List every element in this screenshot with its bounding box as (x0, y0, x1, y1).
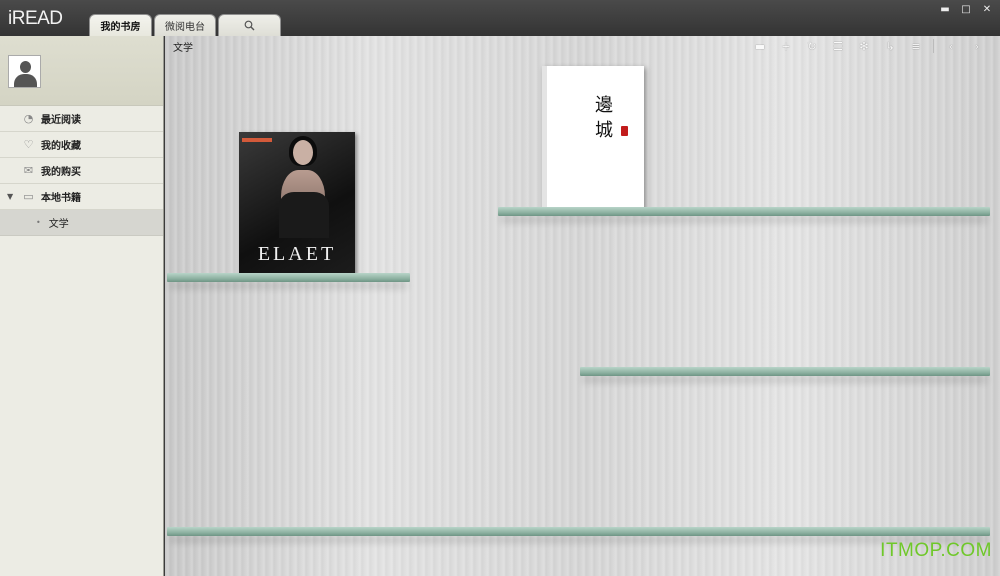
tab-search[interactable] (218, 14, 281, 36)
cover-photo (273, 136, 333, 238)
app-logo: iREAD (8, 8, 63, 29)
book-title: ELAET (257, 243, 337, 265)
bookshelf-area: 文学 ▬ + ↻ ☰ ✻ ↳ ≡ ‹ › ELAET 邊 城 ITMOP.COM (165, 36, 1000, 576)
sidebar-item-label: 我的收藏 (41, 141, 81, 152)
sidebar-subitem-label: 文学 (48, 219, 69, 230)
next-icon[interactable]: › (964, 38, 990, 54)
sort-icon[interactable]: ↳ (877, 38, 903, 54)
cover-face (293, 140, 313, 165)
book-title-line1: 邊 (595, 95, 613, 116)
folder-icon: ▭ (23, 190, 34, 203)
tab-my-study[interactable]: 我的书房 (89, 14, 152, 36)
title-bar: iREAD 我的书房 微阅电台 ▬ □ ✕ (0, 0, 1000, 36)
shelf-1 (167, 273, 410, 282)
sidebar-item-recent[interactable]: ◔ 最近阅读 (0, 106, 163, 132)
clock-icon: ◔ (23, 112, 34, 125)
shelf-3 (580, 367, 990, 376)
close-button[interactable]: ✕ (980, 3, 994, 15)
sidebar-item-label: 我的购买 (41, 167, 81, 178)
settings-icon[interactable]: ✻ (851, 38, 877, 54)
list-view-icon[interactable]: ☰ (825, 38, 851, 54)
maximize-button[interactable]: □ (959, 3, 973, 15)
avatar-body (14, 74, 37, 87)
breadcrumb: 文学 (173, 43, 193, 54)
book-cover-biancheng[interactable]: 邊 城 (542, 66, 644, 210)
seal-stamp (621, 126, 628, 136)
sidebar: ◔ 最近阅读 ♡ 我的收藏 ✉ 我的购买 ▼ ▭ 本地书籍 • 文学 (0, 36, 164, 576)
menu-icon[interactable]: ≡ (903, 38, 929, 54)
sidebar-item-local-books[interactable]: ▼ ▭ 本地书籍 (0, 184, 163, 210)
book-cover-elaet[interactable]: ELAET (239, 132, 355, 274)
envelope-icon: ✉ (23, 164, 34, 177)
tab-radio-label: 微阅电台 (165, 22, 205, 33)
refresh-icon[interactable]: ↻ (799, 38, 825, 54)
cover-tag (242, 138, 272, 142)
sidebar-item-label: 本地书籍 (41, 193, 81, 204)
sidebar-item-label: 最近阅读 (41, 115, 81, 126)
add-icon[interactable]: + (773, 38, 799, 54)
avatar[interactable] (8, 55, 41, 88)
minimize-button[interactable]: ▬ (938, 3, 952, 15)
cover-dress (279, 192, 329, 238)
toolbar: ▬ + ↻ ☰ ✻ ↳ ≡ ‹ › (747, 38, 990, 54)
watermark: ITMOP.COM (880, 540, 992, 561)
profile-panel (0, 36, 163, 106)
expand-caret-icon[interactable]: ▼ (7, 192, 13, 201)
prev-icon[interactable]: ‹ (938, 38, 964, 54)
avatar-head (20, 61, 31, 73)
import-icon[interactable]: ▬ (747, 38, 773, 54)
tab-my-study-label: 我的书房 (100, 22, 141, 33)
book-title-line2: 城 (595, 120, 613, 141)
sidebar-item-favorites[interactable]: ♡ 我的收藏 (0, 132, 163, 158)
sidebar-subitem-literature[interactable]: • 文学 (0, 210, 163, 236)
shelf-2 (498, 207, 990, 216)
search-icon (244, 20, 255, 31)
bullet-icon: • (36, 218, 41, 227)
toolbar-divider (933, 39, 934, 53)
tab-radio[interactable]: 微阅电台 (154, 14, 216, 36)
heart-icon: ♡ (23, 138, 34, 151)
sidebar-item-purchases[interactable]: ✉ 我的购买 (0, 158, 163, 184)
shelf-4 (167, 527, 990, 536)
